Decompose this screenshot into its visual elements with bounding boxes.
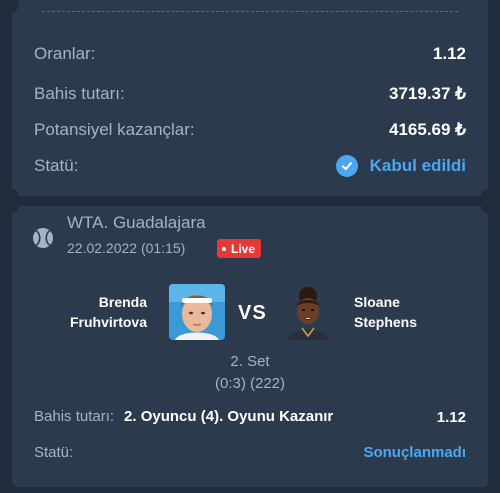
card-notch-top-right <box>481 199 495 213</box>
odds-value: 1.12 <box>432 44 466 63</box>
stake-row: Bahis tutarı: 3719.37 ₺ <box>34 84 466 104</box>
check-circle-icon <box>335 155 358 177</box>
stake-value: 3719.37 ₺ <box>389 84 466 103</box>
card-top-divider <box>42 11 458 12</box>
player1-last-name: Fruhvirtova <box>69 314 147 330</box>
bet-status-value: Sonuçlanmadı <box>363 444 466 461</box>
bet-status-row: Statü: Sonuçlanmadı <box>34 444 466 461</box>
potential-winnings-label: Potansiyel kazançlar: <box>34 120 195 139</box>
set-info: 2. Set <box>230 353 270 370</box>
player1-name: Brenda Fruhvirtova <box>17 292 147 332</box>
live-badge: Live <box>217 239 262 258</box>
score-info: (0:3) (222) <box>214 375 286 392</box>
player2-first-name: Sloane <box>354 294 400 310</box>
status-label: Statü: <box>34 156 79 175</box>
live-label: Live <box>231 241 256 256</box>
bet-status-label: Statü: <box>34 444 74 461</box>
bet-market-row: Bahis tutarı: 2. Oyuncu (4). Oyunu Kazanı… <box>34 408 466 426</box>
card-notch-left <box>5 0 19 12</box>
status-value: Kabul edildi <box>335 155 466 177</box>
tennis-ball-icon <box>33 228 53 248</box>
bet-stake-label: Bahis tutarı: <box>34 408 115 425</box>
status-value-text: Kabul edildi <box>369 156 466 175</box>
potential-winnings-row: Potansiyel kazançlar: 4165.69 ₺ <box>34 120 466 140</box>
player2-last-name: Stephens <box>354 314 418 330</box>
status-row: Statü: Kabul edildi <box>34 155 466 177</box>
tournament-name: WTA. Guadalajara <box>67 213 206 232</box>
player2-name: Sloane Stephens <box>354 292 474 332</box>
event-card: WTA. Guadalajara 22.02.2022 (01:15) Live… <box>5 199 495 487</box>
event-date: 22.02.2022 (01:15) <box>67 240 186 256</box>
player2-avatar <box>280 284 336 340</box>
stake-label: Bahis tutarı: <box>34 84 125 103</box>
vs-label: VS <box>238 302 267 324</box>
live-dot-icon <box>222 246 226 251</box>
odds-label: Oranlar: <box>34 44 96 63</box>
bet-market-group: Bahis tutarı: 2. Oyuncu (4). Oyunu Kazanı… <box>34 408 333 426</box>
bet-summary-card: Oranlar: 1.12 Bahis tutarı: 3719.37 ₺ Po… <box>5 0 495 203</box>
bet-odds-value: 1.12 <box>436 408 466 426</box>
player1-first-name: Brenda <box>98 294 147 310</box>
card-notch-top-left <box>5 199 19 213</box>
odds-row: Oranlar: 1.12 <box>34 44 466 64</box>
bet-market-name: 2. Oyuncu (4). Oyunu Kazanır <box>124 408 334 425</box>
player1-avatar <box>169 284 225 340</box>
potential-winnings-value: 4165.69 ₺ <box>389 120 466 139</box>
